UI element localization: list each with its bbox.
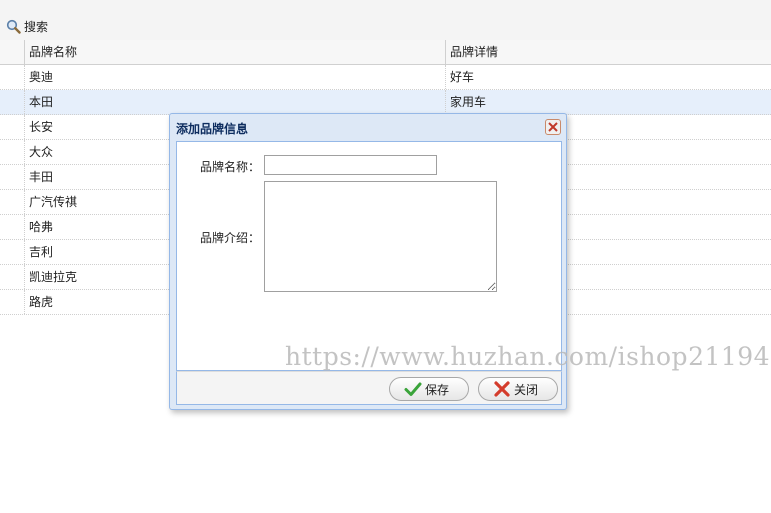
table-row[interactable]: 奥迪 好车 (0, 65, 771, 90)
close-label: 关闭 (514, 382, 539, 397)
brand-name-cell: 凯迪拉克 (29, 270, 78, 284)
brand-name-cell: 吉利 (29, 245, 54, 259)
brand-name-cell: 哈弗 (29, 220, 54, 234)
checkmark-icon (404, 382, 422, 396)
search-label: 搜索 (24, 19, 49, 34)
save-button[interactable]: 保存 (389, 377, 469, 401)
brand-name-cell: 丰田 (29, 170, 54, 184)
toolbar: 搜索 (0, 0, 771, 41)
close-icon (548, 122, 558, 132)
row-number-cell (0, 215, 25, 239)
dialog-body: 品牌名称： 品牌介绍： (176, 141, 562, 371)
brand-name-cell: 本田 (29, 95, 54, 109)
row-number-cell (0, 90, 25, 114)
row-number-cell (0, 265, 25, 289)
column-header-detail[interactable]: 品牌详情 (450, 40, 498, 64)
row-number-cell (0, 290, 25, 314)
brand-name-cell: 长安 (29, 120, 54, 134)
brand-name-cell: 大众 (29, 145, 54, 159)
column-header-name[interactable]: 品牌名称 (29, 40, 77, 64)
row-number-cell (0, 65, 25, 89)
row-number-cell (0, 240, 25, 264)
dialog-footer: 保存 关闭 (176, 371, 562, 405)
brand-intro-textarea[interactable] (264, 181, 497, 292)
row-number-header (0, 40, 25, 64)
brand-name-label: 品牌名称： (200, 160, 261, 174)
row-number-cell (0, 140, 25, 164)
brand-name-input[interactable] (264, 155, 437, 175)
table-row[interactable]: 本田 家用车 (0, 90, 771, 115)
search-button[interactable]: 搜索 (6, 16, 48, 36)
brand-detail-cell: 家用车 (450, 95, 487, 109)
brand-intro-label: 品牌介绍： (200, 231, 261, 245)
column-separator[interactable] (445, 40, 446, 64)
grid-header: 品牌名称 品牌详情 (0, 40, 771, 65)
dialog-title: 添加品牌信息 (176, 122, 249, 136)
brand-name-cell: 路虎 (29, 295, 54, 309)
row-number-cell (0, 115, 25, 139)
brand-name-cell: 奥迪 (29, 70, 54, 84)
search-icon (6, 19, 21, 34)
column-separator (445, 90, 446, 114)
save-label: 保存 (425, 382, 450, 397)
column-separator (445, 65, 446, 89)
close-button[interactable]: 关闭 (478, 377, 558, 401)
watermark-text: https://www.huzhan.com/ishop21194 (285, 342, 771, 371)
row-number-cell (0, 190, 25, 214)
brand-detail-cell: 好车 (450, 70, 475, 84)
cancel-x-icon (494, 381, 510, 397)
brand-name-cell: 广汽传祺 (29, 195, 78, 209)
dialog-close-button[interactable] (545, 119, 561, 135)
row-number-cell (0, 165, 25, 189)
